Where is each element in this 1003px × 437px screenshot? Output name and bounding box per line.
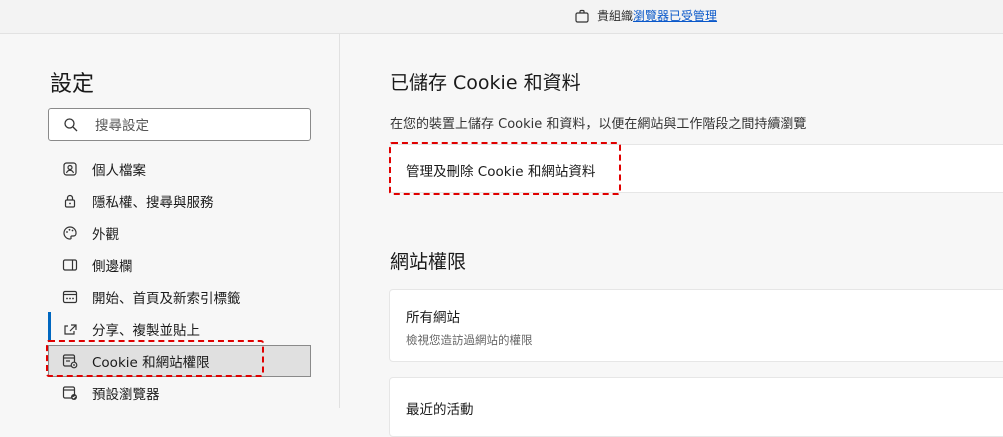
sidebar-item-appearance[interactable]: 外觀 <box>48 218 311 248</box>
sidebar-item-start-home[interactable]: 開始、首頁及新索引標籤 <box>48 282 311 312</box>
sidebar-item-sidebar[interactable]: 側邊欄 <box>48 250 311 280</box>
sidebar-item-label: 開始、首頁及新索引標籤 <box>92 291 241 307</box>
active-indicator <box>48 312 51 342</box>
sidebar-item-label: 分享、複製並貼上 <box>92 323 200 339</box>
sidebar-item-label: 預設瀏覽器 <box>92 387 160 403</box>
sidebar-item-label: 隱私權、搜尋與服務 <box>92 195 214 211</box>
sidebar-item-label: 側邊欄 <box>92 259 133 275</box>
sidebar-item-privacy[interactable]: 隱私權、搜尋與服務 <box>48 186 311 216</box>
all-sites-title: 所有網站 <box>406 310 460 326</box>
search-input[interactable] <box>93 115 297 137</box>
cookies-heading: 已儲存 Cookie 和資料 <box>390 72 581 94</box>
new-tab-icon <box>62 290 78 304</box>
all-sites-row[interactable]: 所有網站 檢視您造訪過網站的權限 <box>389 289 1003 362</box>
recent-activity-title: 最近的活動 <box>406 402 474 418</box>
highlight-annotation-sidebar <box>46 340 264 377</box>
sidebar-item-profile[interactable]: 個人檔案 <box>48 154 311 184</box>
managed-link[interactable]: 瀏覽器已受管理 <box>633 7 717 24</box>
sidebar-item-default-browser[interactable]: 預設瀏覽器 <box>48 378 311 408</box>
search-icon <box>64 118 78 132</box>
sidebar-item-label: 外觀 <box>92 227 119 243</box>
sidebar-icon <box>62 259 78 271</box>
settings-title: 設定 <box>50 72 95 97</box>
managed-notice: 貴組織 瀏覽器已受管理 <box>574 7 717 24</box>
search-box[interactable] <box>48 108 311 141</box>
highlight-annotation-main <box>389 142 621 195</box>
briefcase-icon <box>575 9 589 23</box>
recent-activity-row[interactable]: 最近的活動 <box>389 377 1003 437</box>
all-sites-subtitle: 檢視您造訪過網站的權限 <box>406 333 533 347</box>
share-icon <box>64 324 77 335</box>
cookies-description: 在您的裝置上儲存 Cookie 和資料，以便在網站與工作階段之間持續瀏覽 <box>390 117 807 132</box>
palette-icon <box>63 226 77 240</box>
permissions-heading: 網站權限 <box>390 251 467 273</box>
managed-prefix: 貴組織 <box>597 9 634 23</box>
default-browser-icon <box>62 386 77 400</box>
managed-banner: 貴組織 瀏覽器已受管理 <box>0 0 1003 34</box>
sidebar-item-label: 個人檔案 <box>92 163 146 179</box>
profile-icon <box>63 162 77 176</box>
lock-icon <box>64 194 76 208</box>
settings-main: 已儲存 Cookie 和資料 在您的裝置上儲存 Cookie 和資料，以便在網站… <box>340 34 1003 437</box>
